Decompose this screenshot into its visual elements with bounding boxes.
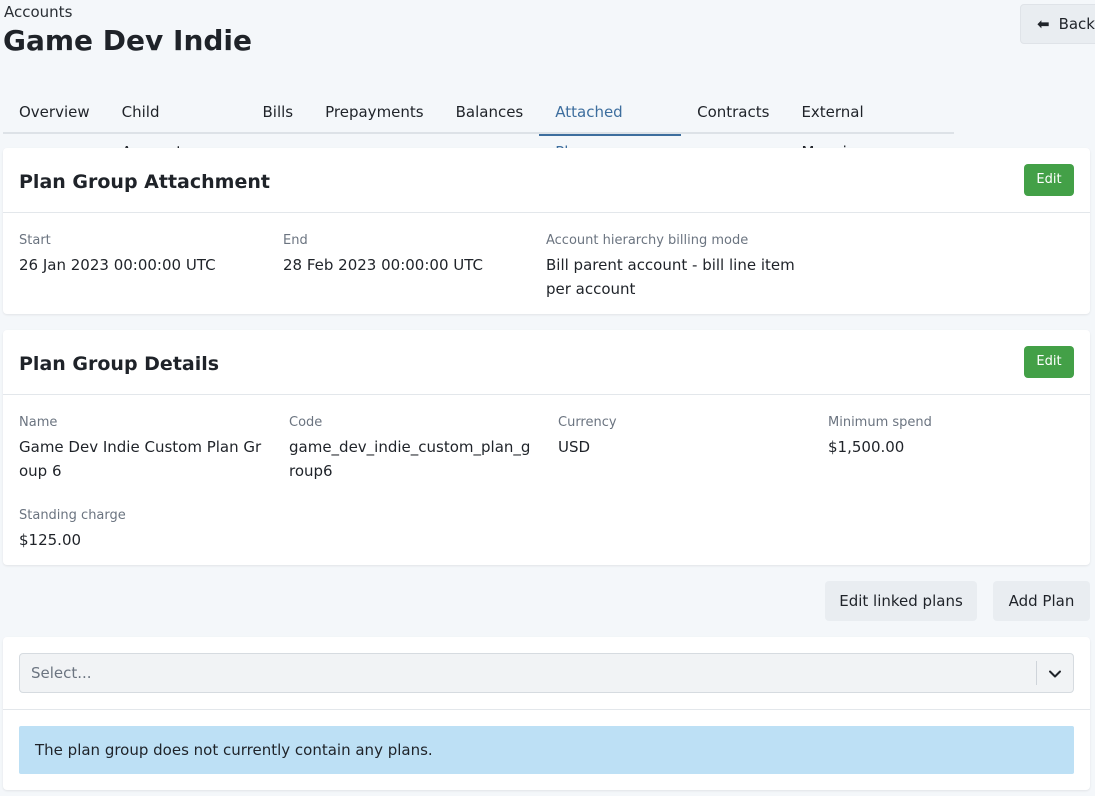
start-field: Start 26 Jan 2023 00:00:00 UTC	[19, 232, 269, 277]
currency-label: Currency	[558, 415, 617, 430]
plan-group-details-card: Plan Group Details Edit Name Game Dev In…	[3, 330, 1090, 565]
name-label: Name	[19, 415, 58, 430]
end-value: 28 Feb 2023 00:00:00 UTC	[283, 256, 483, 274]
tab-prepayments[interactable]: Prepayments	[309, 92, 439, 134]
plan-select[interactable]: Select...	[19, 653, 1074, 693]
currency-field: Currency USD	[558, 414, 808, 459]
arrow-left-icon: ⬅	[1037, 15, 1050, 33]
plan-select-placeholder: Select...	[31, 664, 92, 682]
start-value: 26 Jan 2023 00:00:00 UTC	[19, 256, 216, 274]
name-value: Game Dev Indie Custom Plan Group 6	[19, 438, 262, 480]
tab-contracts[interactable]: Contracts	[681, 92, 785, 134]
standing-charge-label: Standing charge	[19, 508, 126, 523]
tab-attached-plans[interactable]: Attached Plans	[539, 92, 681, 161]
select-divider	[1036, 661, 1037, 685]
standing-charge-field: Standing charge $125.00	[19, 507, 269, 552]
card-title: Plan Group Attachment	[19, 171, 270, 193]
billing-mode-field: Account hierarchy billing mode Bill pare…	[546, 232, 808, 301]
divider	[3, 709, 1090, 710]
minimum-spend-label: Minimum spend	[828, 415, 932, 430]
plan-group-attachment-card: Plan Group Attachment Edit Start 26 Jan …	[3, 148, 1090, 314]
tab-child-accounts[interactable]: Child Accounts	[106, 92, 247, 161]
start-label: Start	[19, 233, 51, 248]
minimum-spend-field: Minimum spend $1,500.00	[828, 414, 1078, 459]
plans-card: Select... The plan group does not curren…	[3, 637, 1090, 790]
tab-balances[interactable]: Balances	[440, 92, 540, 134]
card-title: Plan Group Details	[19, 353, 220, 375]
edit-linked-plans-button[interactable]: Edit linked plans	[825, 581, 977, 621]
add-plan-button[interactable]: Add Plan	[993, 581, 1090, 621]
card-header: Plan Group Attachment Edit	[3, 148, 1090, 213]
end-field: End 28 Feb 2023 00:00:00 UTC	[283, 232, 533, 277]
tab-bills[interactable]: Bills	[247, 92, 310, 134]
currency-value: USD	[558, 438, 591, 456]
billing-mode-label: Account hierarchy billing mode	[546, 233, 749, 248]
page-title: Game Dev Indie	[3, 24, 253, 57]
code-label: Code	[289, 415, 323, 430]
account-tabs: Overview Child Accounts Bills Prepayment…	[3, 92, 954, 161]
end-label: End	[283, 233, 308, 248]
back-button-label: Back	[1058, 15, 1095, 33]
edit-details-button[interactable]: Edit	[1024, 346, 1074, 378]
back-button[interactable]: ⬅ Back	[1020, 4, 1095, 44]
chevron-down-icon[interactable]	[1048, 667, 1062, 681]
breadcrumb[interactable]: Accounts	[4, 3, 72, 21]
empty-plans-alert: The plan group does not currently contai…	[19, 726, 1074, 774]
code-field: Code game_dev_indie_custom_plan_group6	[289, 414, 535, 483]
code-value: game_dev_indie_custom_plan_group6	[289, 438, 531, 480]
tab-overview[interactable]: Overview	[3, 92, 106, 134]
billing-mode-value: Bill parent account - bill line item per…	[546, 256, 795, 298]
edit-attachment-button[interactable]: Edit	[1024, 164, 1074, 196]
tab-external-mappings[interactable]: External Mappings	[785, 92, 954, 161]
standing-charge-value: $125.00	[19, 531, 82, 549]
name-field: Name Game Dev Indie Custom Plan Group 6	[19, 414, 269, 483]
minimum-spend-value: $1,500.00	[828, 438, 905, 456]
card-header: Plan Group Details Edit	[3, 330, 1090, 395]
